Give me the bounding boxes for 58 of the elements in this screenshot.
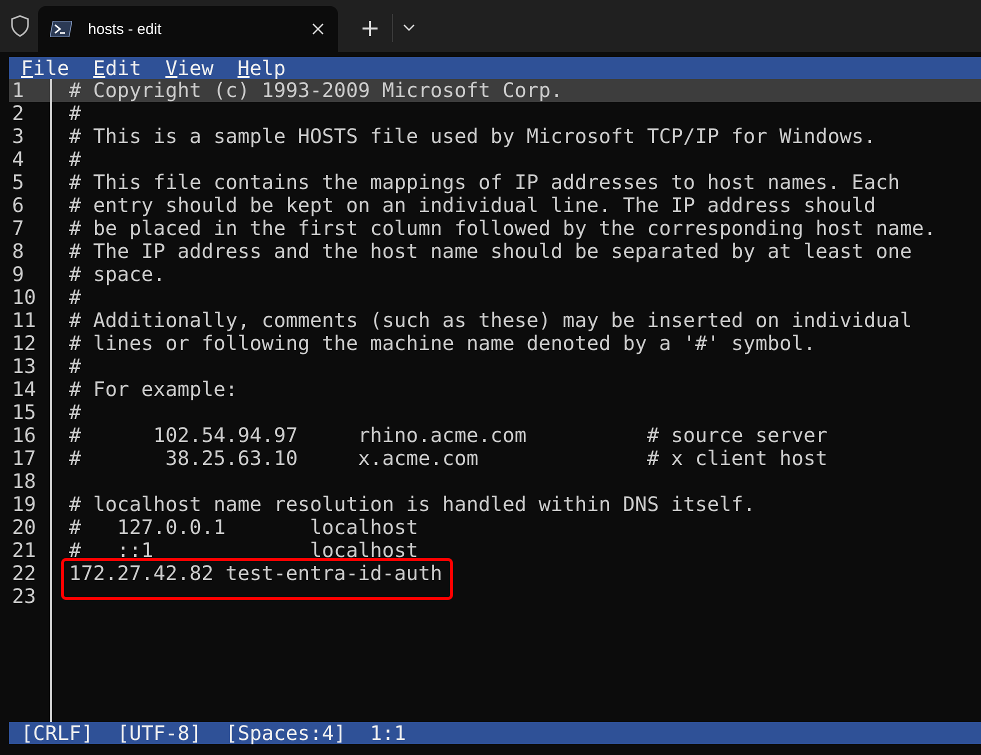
line-number: 20 (11, 516, 38, 539)
terminal-tab[interactable]: hosts - edit (38, 6, 338, 52)
line-number: 16 (11, 424, 38, 447)
code-line: # This file contains the mappings of IP addresses to host names. Each (69, 170, 900, 194)
menu-item[interactable]: View (165, 57, 214, 79)
line-number: 6 (11, 194, 26, 217)
code-line: # 38.25.63.10 x.acme.com # x client host (69, 446, 828, 470)
line-number: 1 (11, 79, 26, 102)
code-line: # 127.0.0.1 localhost (69, 515, 418, 539)
code-line: # 102.54.94.97 rhino.acme.com # source server (69, 423, 828, 447)
shield-icon (10, 15, 30, 37)
code-line: # The IP address and the host name should be separated by at least one (69, 239, 912, 263)
line-number: 7 (11, 217, 26, 240)
line-number: 4 (11, 148, 26, 171)
code-line: # (69, 354, 82, 378)
menu-item[interactable]: Help (238, 57, 286, 79)
code-line: # space. (69, 262, 166, 286)
chevron-down-icon[interactable] (403, 24, 416, 32)
code-line: # entry should be kept on an individual line. The IP address should (69, 193, 876, 217)
terminal-icon (50, 21, 72, 37)
code-line: # For example: (69, 377, 238, 401)
line-number: 2 (11, 102, 26, 125)
status-item: [Spaces:4] (226, 722, 346, 744)
line-number: 18 (11, 470, 38, 493)
status-item: [CRLF] (21, 722, 94, 744)
code-line: # (69, 147, 82, 171)
close-icon[interactable] (312, 23, 324, 35)
code-line: # Copyright (c) 1993-2009 Microsoft Corp. (69, 78, 563, 102)
line-number: 5 (11, 171, 26, 194)
code-line: # (69, 101, 82, 125)
code-line: # This is a sample HOSTS file used by Microsoft TCP/IP for Windows. (69, 124, 876, 148)
code-line: # be placed in the first column followed by the corresponding host name. (69, 216, 936, 240)
status-item: [UTF-8] (117, 722, 202, 744)
code-line: # lines or following the machine name denoted by a '#' symbol. (69, 331, 816, 355)
code-line: 172.27.42.82 test-entra-id-auth (69, 561, 442, 585)
new-tab-button[interactable]: + (356, 14, 384, 42)
line-number: 13 (11, 355, 38, 378)
code-line: # localhost name resolution is handled within DNS itself. (69, 492, 756, 516)
line-number: 9 (11, 263, 26, 286)
line-number: 11 (11, 309, 38, 332)
line-number: 10 (11, 286, 38, 309)
menu-item[interactable]: Edit (93, 57, 142, 79)
line-number: 8 (11, 240, 26, 263)
line-number: 19 (11, 493, 38, 516)
code-line: # (69, 285, 82, 309)
code-line: # ::1 localhost (69, 538, 418, 562)
line-number: 12 (11, 332, 38, 355)
line-number: 3 (11, 125, 26, 148)
line-number: 22 (11, 562, 38, 585)
code-line: # Additionally, comments (such as these) may be inserted on individual (69, 308, 912, 332)
menu-item[interactable]: File (21, 57, 70, 79)
line-number: 14 (11, 378, 38, 401)
code-line: # (69, 400, 82, 424)
line-number: 21 (11, 539, 38, 562)
line-number: 17 (11, 447, 38, 470)
status-item: 1:1 (370, 722, 406, 744)
line-number: 15 (11, 401, 38, 424)
line-number: 23 (11, 585, 38, 608)
